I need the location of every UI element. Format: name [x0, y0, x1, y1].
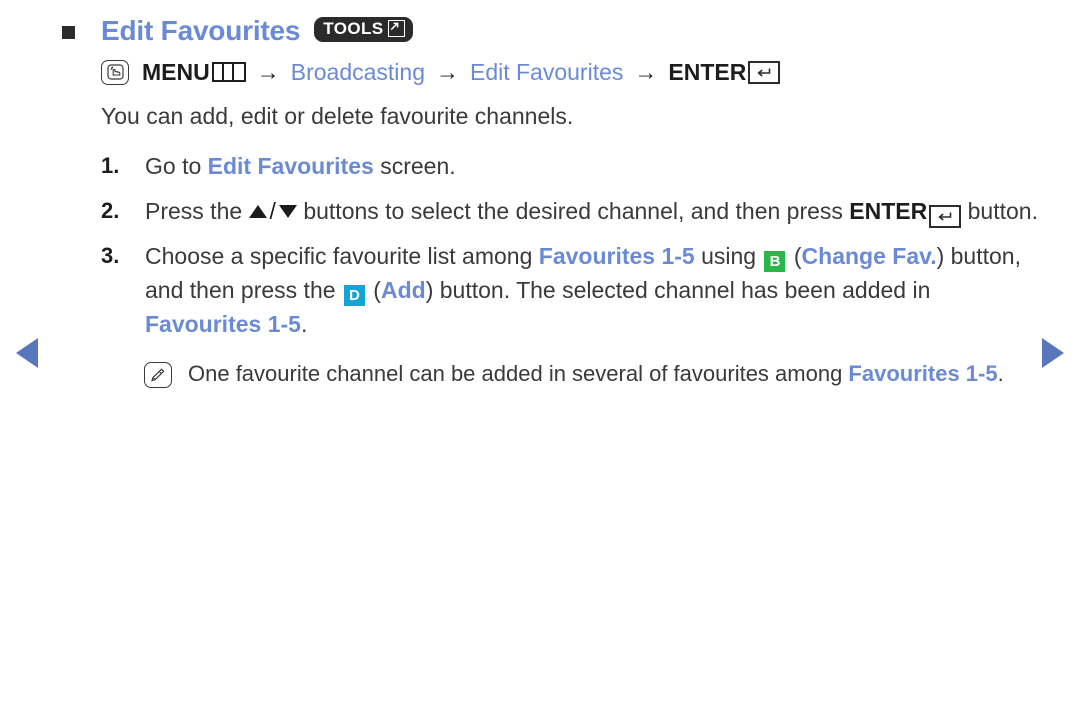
step-item: 2. Press the / buttons to select the des… [101, 194, 1042, 228]
step-segment: using [694, 243, 763, 269]
enter-return-icon [929, 204, 962, 228]
previous-page-arrow-icon[interactable] [16, 338, 38, 368]
step-keyword-favourites: Favourites 1-5 [145, 311, 301, 337]
step-keyword-add: Add [380, 277, 426, 303]
note-segment: . [997, 361, 1004, 386]
step-keyword-change-fav: Change Fav. [801, 243, 937, 269]
arrow-up-icon [248, 205, 267, 218]
step-text: Choose a specific favourite list among F… [145, 239, 1042, 341]
menu-path: MENU → Broadcasting → Edit Favourites → … [101, 56, 1042, 88]
step-segment: Press the [145, 198, 249, 224]
step-segment: Choose a specific favourite list among [145, 243, 539, 269]
key-d-badge[interactable]: D [343, 285, 365, 306]
enter-key: ENTER [668, 56, 781, 88]
step-keyword-favourites: Favourites 1-5 [538, 243, 695, 269]
key-b-badge[interactable]: B [764, 251, 786, 272]
tools-badge-label: TOOLS [323, 18, 384, 38]
step-item: 1. Go to Edit Favourites screen. [101, 149, 1042, 183]
step-number: 2. [101, 198, 120, 223]
path-separator-2: → [435, 59, 459, 85]
page-title: Edit Favourites [101, 15, 301, 46]
path-separator-1: → [256, 59, 280, 85]
enter-key-label: ENTER [849, 198, 928, 224]
step-number: 1. [101, 153, 120, 178]
tools-arrow-icon [387, 20, 405, 37]
step-keyword-edit-favourites: Edit Favourites [207, 153, 374, 179]
tools-badge[interactable]: TOOLS [314, 16, 413, 42]
menu-bars-icon [211, 62, 246, 82]
step-segment: ( [787, 243, 802, 269]
step-segment: buttons to select the desired channel, a… [296, 198, 850, 224]
step-number: 3. [101, 243, 120, 268]
step-segment: ( [366, 277, 381, 303]
intro-paragraph: You can add, edit or delete favourite ch… [101, 103, 574, 129]
note-segment: One favourite channel can be added in se… [188, 361, 849, 386]
step-item: 3. Choose a specific favourite list amon… [101, 239, 1042, 341]
step-segment: ) button. The selected channel has been … [425, 277, 931, 303]
arrow-down-icon [278, 205, 297, 218]
step-segment: screen. [373, 153, 456, 179]
path-item-edit-favourites[interactable]: Edit Favourites [470, 56, 623, 88]
slash-separator: / [269, 198, 276, 224]
enter-return-icon [748, 60, 781, 84]
square-bullet-icon [62, 25, 75, 39]
path-item-broadcasting[interactable]: Broadcasting [291, 56, 425, 88]
step-text: Go to Edit Favourites screen. [145, 149, 1042, 183]
path-separator-3: → [634, 59, 658, 85]
step-text: Press the / buttons to select the desire… [145, 194, 1042, 228]
note-keyword-favourites: Favourites 1-5 [848, 361, 998, 386]
step-segment: button. [961, 198, 1038, 224]
enter-key-label: ENTER [668, 59, 747, 85]
step-segment: . [300, 311, 308, 337]
menu-hand-key-icon [101, 59, 129, 85]
page-heading: Edit Favourites TOOLS [62, 8, 1042, 54]
next-page-arrow-icon[interactable] [1042, 338, 1064, 368]
page-content: Edit Favourites TOOLS MENU → Broadcastin… [62, 8, 1042, 390]
note-text: One favourite channel can be added in se… [188, 357, 1042, 390]
note-block: One favourite channel can be added in se… [144, 357, 1042, 390]
menu-key-label: MENU [142, 59, 210, 85]
note-pencil-icon [144, 362, 172, 388]
step-segment: Go to [145, 153, 208, 179]
